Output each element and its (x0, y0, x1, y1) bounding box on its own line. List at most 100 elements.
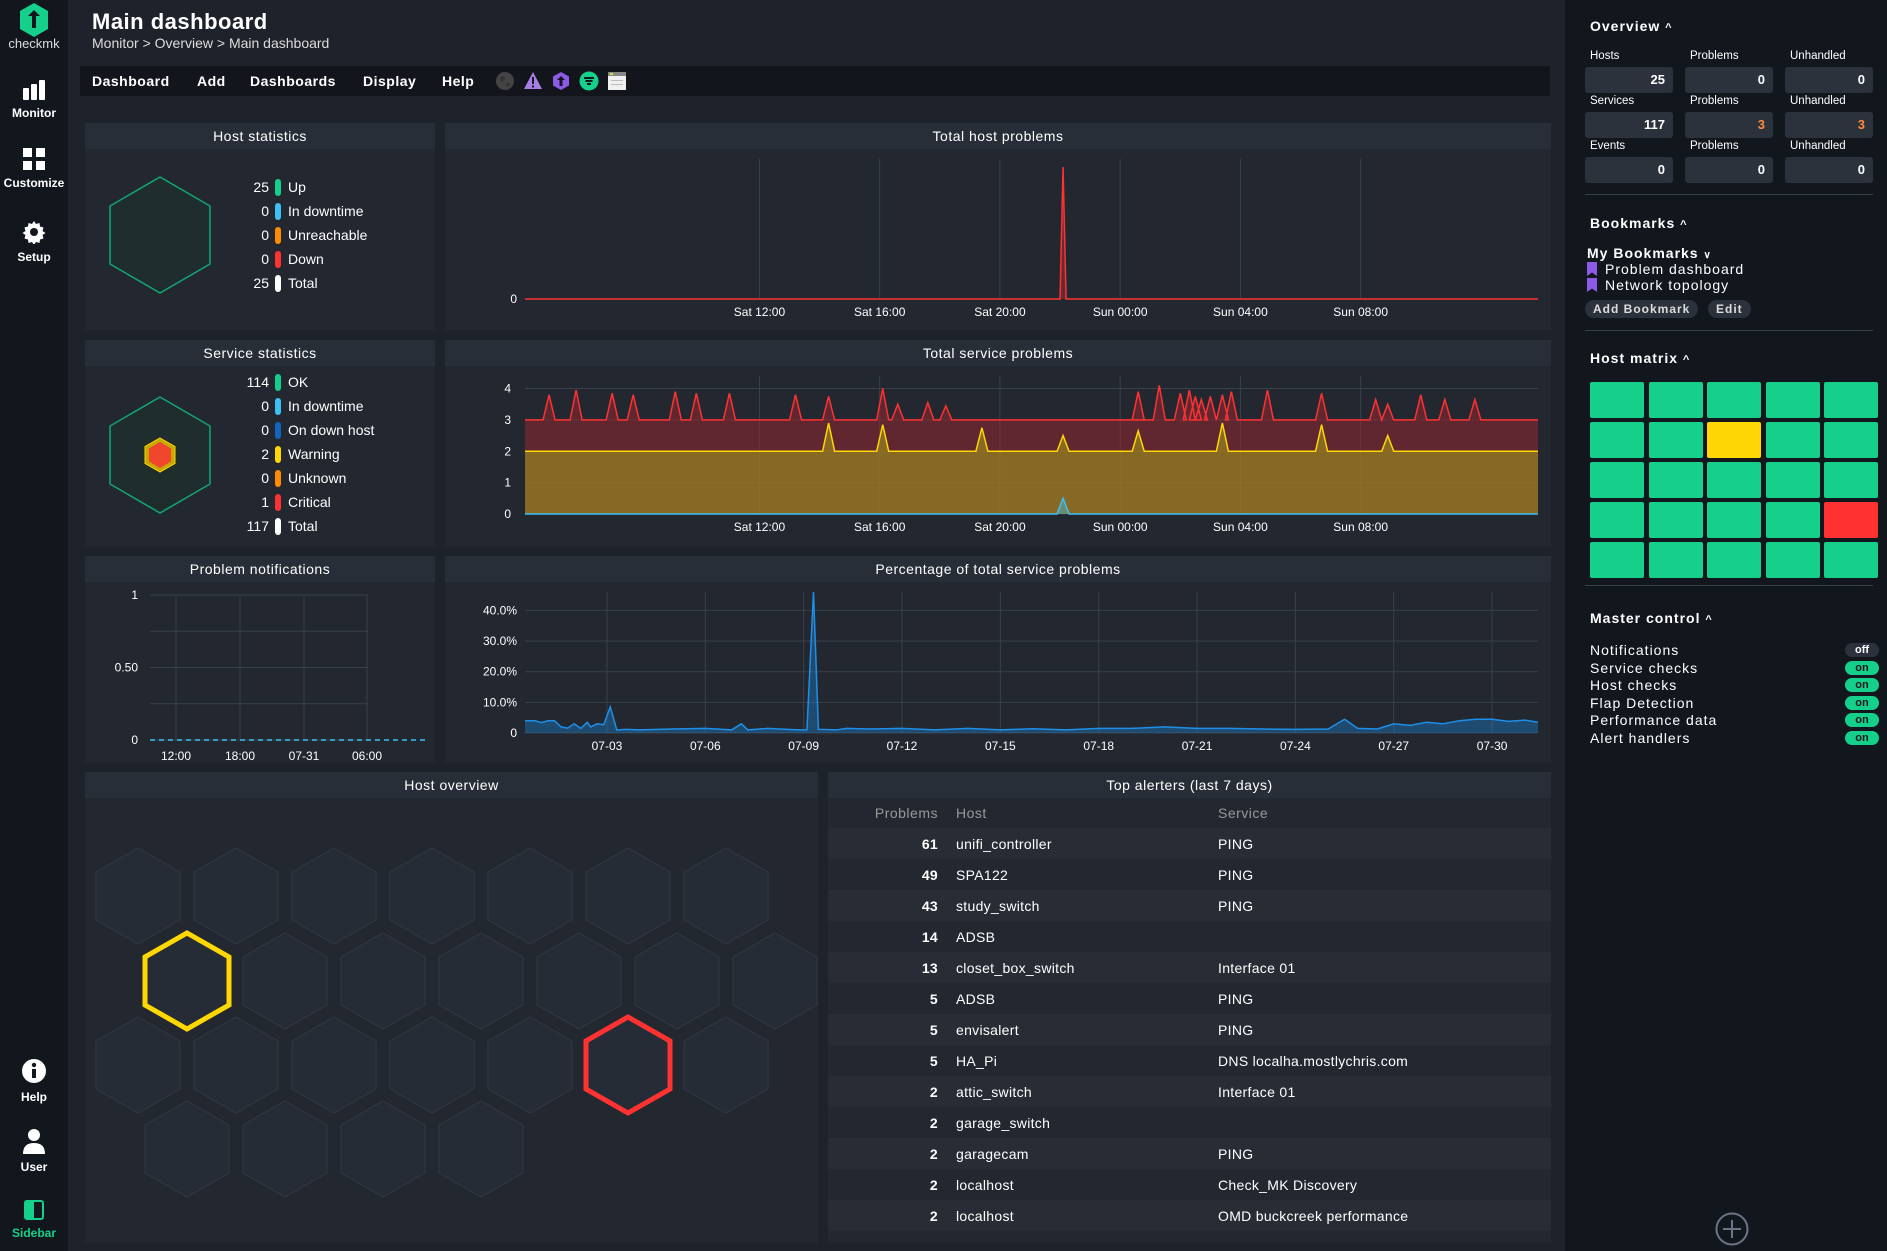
host-matrix-cell[interactable] (1824, 462, 1878, 498)
table-row[interactable]: 2 garagecam PING (828, 1138, 1551, 1169)
host-matrix-cell[interactable] (1648, 382, 1703, 418)
host-matrix-cell[interactable] (1590, 542, 1644, 578)
host-matrix-section-header[interactable]: Host matrix ^ (1590, 350, 1690, 366)
legend-row-ok[interactable]: 114 OK (235, 370, 374, 394)
legend-row-downtime[interactable]: 0 In downtime (235, 199, 367, 223)
total-service-problems-chart[interactable]: 0 1 2 3 4 Sat 12:00 Sat 16:00 Sat 20:00 Sun 00:0… (445, 366, 1551, 547)
menu-display[interactable]: Display (363, 73, 416, 89)
host-matrix-cell[interactable] (1707, 422, 1761, 458)
overview-count[interactable]: 3 (1785, 112, 1873, 138)
checkmk-hexagon-icon[interactable] (551, 71, 571, 91)
menu-dashboard[interactable]: Dashboard (92, 73, 170, 89)
table-row[interactable]: 2 attic_switch Interface 01 (828, 1076, 1551, 1107)
overview-count[interactable]: 0 (1685, 67, 1773, 93)
host-link[interactable]: localhost (948, 1169, 1218, 1200)
master-control-section-header[interactable]: Master control ^ (1590, 610, 1713, 626)
host-hexagon-ok[interactable] (291, 1016, 377, 1114)
overview-count[interactable]: 0 (1785, 67, 1873, 93)
host-matrix-cell[interactable] (1648, 462, 1703, 498)
overview-count[interactable]: 0 (1685, 157, 1773, 183)
host-link[interactable]: attic_switch (948, 1076, 1218, 1107)
master-control-toggle[interactable]: on (1845, 730, 1879, 745)
master-control-toggle[interactable]: on (1845, 678, 1879, 692)
legend-row-down[interactable]: 0 Down (235, 247, 367, 271)
table-row[interactable]: 43 study_switch PING (828, 890, 1551, 921)
host-matrix-cell[interactable] (1824, 422, 1878, 458)
host-link[interactable]: envisalert (948, 1014, 1218, 1045)
host-stats-hexagon[interactable] (105, 175, 215, 295)
nav-monitor[interactable]: Monitor (0, 80, 68, 120)
host-matrix-cell[interactable] (1590, 382, 1644, 418)
service-link[interactable]: PING (1218, 890, 1551, 921)
host-matrix-cell[interactable] (1707, 502, 1761, 538)
host-hexagon-ok[interactable] (193, 847, 279, 945)
add-bookmark-button[interactable]: Add Bookmark (1585, 300, 1699, 318)
host-hexagon-ok[interactable] (95, 1016, 181, 1114)
host-hexagon-ok[interactable] (683, 1016, 769, 1114)
bookmark-problem-dashboard[interactable]: Problem dashboard (1587, 261, 1744, 277)
menu-help[interactable]: Help (442, 73, 474, 89)
filter-icon[interactable] (579, 71, 599, 91)
overview-count[interactable]: 25 (1585, 67, 1673, 93)
master-control-toggle[interactable]: on (1845, 695, 1879, 710)
host-hexagon-ok[interactable] (340, 932, 426, 1030)
host-matrix-cell[interactable] (1648, 542, 1703, 578)
service-link[interactable]: PING (1218, 859, 1551, 890)
overview-count[interactable]: 117 (1585, 112, 1673, 138)
table-row[interactable]: 5 HA_Pi DNS localha.mostlychris.com (828, 1045, 1551, 1076)
host-matrix-cell[interactable] (1765, 462, 1820, 498)
table-row[interactable]: 5 envisalert PING (828, 1014, 1551, 1045)
breadcrumb[interactable]: Monitor > Overview > Main dashboard (92, 35, 329, 51)
service-link[interactable]: OMD buckcreek performance (1218, 1200, 1551, 1231)
host-hexagon-ok[interactable] (536, 932, 622, 1030)
table-row[interactable]: 5 ADSB PING (828, 983, 1551, 1014)
host-link[interactable]: SPA122 (948, 859, 1218, 890)
legend-row-total[interactable]: 117 Total (235, 514, 374, 538)
host-hexagon-crit[interactable] (583, 1014, 673, 1116)
host-link[interactable]: ADSB (948, 983, 1218, 1014)
service-link[interactable] (1218, 1107, 1551, 1138)
legend-row-total[interactable]: 25 Total (235, 271, 367, 295)
service-link[interactable]: PING (1218, 1138, 1551, 1169)
total-host-problems-chart[interactable]: Sat 12:00 Sat 16:00 Sat 20:00 Sun 00:00 Sun … (445, 149, 1551, 330)
host-matrix-cell[interactable] (1765, 382, 1820, 418)
host-hexagon-ok[interactable] (732, 932, 818, 1030)
add-snapin-plus-icon[interactable] (1715, 1212, 1749, 1246)
host-hexagon-ok[interactable] (242, 932, 328, 1030)
bookmark-network-topology[interactable]: Network topology (1587, 277, 1729, 293)
host-matrix-cell[interactable] (1765, 422, 1820, 458)
service-link[interactable]: PING (1218, 1014, 1551, 1045)
table-row[interactable]: 49 SPA122 PING (828, 859, 1551, 890)
checkmk-logo[interactable]: checkmk (0, 2, 68, 51)
window-icon[interactable] (607, 71, 627, 91)
nav-setup[interactable]: Setup (0, 220, 68, 264)
nav-customize[interactable]: Customize (0, 148, 68, 190)
host-matrix-cell[interactable] (1707, 382, 1761, 418)
legend-row-on-down-host[interactable]: 0 On down host (235, 418, 374, 442)
legend-row-warning[interactable]: 2 Warning (235, 442, 374, 466)
legend-row-up[interactable]: 25 Up (235, 175, 367, 199)
nav-user[interactable]: User (0, 1128, 68, 1174)
host-matrix-cell[interactable] (1824, 382, 1878, 418)
host-link[interactable]: garage_switch (948, 1107, 1218, 1138)
legend-row-unknown[interactable]: 0 Unknown (235, 466, 374, 490)
legend-row-critical[interactable]: 1 Critical (235, 490, 374, 514)
host-matrix-cell[interactable] (1824, 502, 1878, 538)
host-hexagon-warn[interactable] (142, 930, 232, 1032)
host-hexagon-ok[interactable] (242, 1100, 328, 1198)
host-hexagon-ok[interactable] (634, 932, 720, 1030)
host-hexagon-ok[interactable] (95, 847, 181, 945)
table-row[interactable]: 61 unifi_controller PING (828, 828, 1551, 859)
host-hexagon-ok[interactable] (340, 1100, 426, 1198)
host-hexagon-ok[interactable] (438, 932, 524, 1030)
table-row[interactable]: 14 ADSB (828, 921, 1551, 952)
service-link[interactable] (1218, 921, 1551, 952)
host-matrix-cell[interactable] (1765, 502, 1820, 538)
host-matrix-cell[interactable] (1824, 542, 1878, 578)
overview-section-header[interactable]: Overview ^ (1590, 18, 1673, 34)
host-matrix-cell[interactable] (1707, 542, 1761, 578)
menu-dashboards[interactable]: Dashboards (250, 73, 336, 89)
legend-row-downtime[interactable]: 0 In downtime (235, 394, 374, 418)
overview-count[interactable]: 0 (1585, 157, 1673, 183)
host-link[interactable]: HA_Pi (948, 1045, 1218, 1076)
